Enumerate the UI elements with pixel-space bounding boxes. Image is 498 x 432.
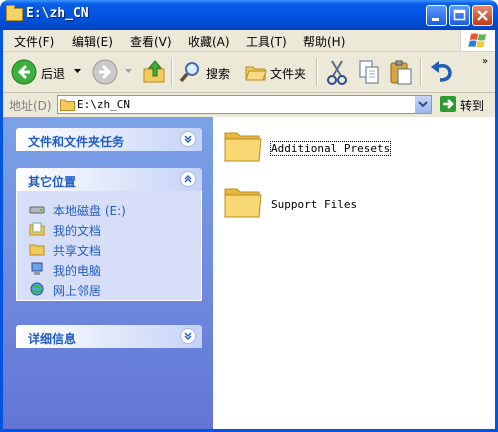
address-dropdown[interactable] (414, 96, 431, 113)
up-folder-button[interactable] (141, 58, 169, 86)
copy-icon (359, 60, 379, 84)
other-places-header[interactable]: 其它位置 (16, 168, 202, 191)
menu-file[interactable]: 文件(F) (14, 33, 54, 50)
maximize-icon (453, 9, 466, 21)
shared-documents-icon (29, 244, 45, 256)
folder-name: Additional Presets (269, 141, 392, 156)
place-network[interactable]: 网上邻居 (17, 279, 201, 299)
menu-favorites[interactable]: 收藏(A) (188, 33, 230, 50)
back-arrow-icon (11, 59, 37, 85)
other-places-list: 本地磁盘 (E:) 我的文档 共享文档 我的电脑 网上邻居 (16, 191, 202, 301)
expand-chevron-icon[interactable] (180, 131, 196, 147)
details-title: 详细信息 (28, 332, 77, 346)
paste-button[interactable] (388, 58, 414, 86)
file-view[interactable]: Additional Presets Support Files (213, 117, 495, 429)
task-pane: 文件和文件夹任务 其它位置 本地磁盘 (E:) 我的文档 共享文档 我的电脑 网… (3, 117, 213, 429)
menu-bar: 文件(F) 编辑(E) 查看(V) 收藏(A) 工具(T) 帮助(H) (0, 30, 498, 52)
toolbar-separator (316, 58, 318, 86)
file-folder-tasks-title: 文件和文件夹任务 (28, 135, 125, 149)
other-places-panel: 其它位置 本地磁盘 (E:) 我的文档 共享文档 我的电脑 网上邻居 (16, 168, 202, 301)
place-local-disk[interactable]: 本地磁盘 (E:) (17, 199, 201, 219)
place-label: 本地磁盘 (E:) (53, 204, 126, 218)
minimize-button[interactable] (426, 5, 447, 26)
paste-icon (390, 60, 412, 85)
place-shared-documents[interactable]: 共享文档 (17, 239, 201, 259)
details-header[interactable]: 详细信息 (16, 325, 202, 348)
disk-icon (29, 206, 45, 214)
toolbar-separator (171, 58, 173, 86)
menu-help[interactable]: 帮助(H) (303, 33, 345, 50)
menu-tools[interactable]: 工具(T) (246, 33, 287, 50)
place-my-documents[interactable]: 我的文档 (17, 219, 201, 239)
maximize-button[interactable] (449, 5, 470, 26)
folders-button[interactable]: 文件夹 (242, 58, 310, 86)
undo-button[interactable] (428, 58, 456, 86)
forward-arrow-icon (92, 59, 118, 85)
chevron-down-icon (125, 69, 132, 73)
my-computer-icon (31, 262, 43, 275)
go-label[interactable]: 转到 (460, 97, 484, 114)
search-button[interactable]: 搜索 (176, 58, 236, 86)
place-label: 我的电脑 (53, 264, 102, 278)
chevron-down-icon (74, 69, 81, 73)
expand-chevron-icon[interactable] (180, 328, 196, 344)
place-my-computer[interactable]: 我的电脑 (17, 259, 201, 279)
explorer-window: E:\zh_CN 文件(F) 编辑(E) 查看(V) 收藏(A) 工具(T) 帮… (0, 0, 498, 432)
collapse-chevron-icon[interactable] (180, 171, 196, 187)
minimize-icon (432, 18, 439, 21)
address-bar: 地址(D) E:\zh_CN 转到 (0, 93, 498, 117)
scissors-icon (327, 60, 347, 85)
place-label: 网上邻居 (53, 284, 102, 298)
go-arrow-icon (443, 99, 454, 109)
address-value: E:\zh_CN (77, 98, 130, 111)
folder-item[interactable]: Additional Presets (223, 127, 483, 175)
back-label: 后退 (41, 67, 66, 81)
back-button[interactable]: 后退 (8, 58, 88, 86)
file-folder-tasks-header[interactable]: 文件和文件夹任务 (16, 128, 202, 151)
chevron-down-icon (418, 101, 428, 108)
folder-icon (224, 132, 262, 162)
window-border-left (0, 30, 3, 432)
folders-label: 文件夹 (270, 67, 307, 81)
folder-item[interactable]: Support Files (223, 183, 483, 231)
folders-icon (245, 66, 267, 81)
search-label: 搜索 (206, 67, 231, 81)
menu-view[interactable]: 查看(V) (130, 33, 172, 50)
folder-icon (224, 188, 262, 218)
up-folder-icon (143, 60, 165, 83)
toolbar-separator (420, 58, 422, 86)
details-panel: 详细信息 (16, 325, 202, 348)
copy-button[interactable] (356, 58, 382, 86)
close-button[interactable] (472, 5, 493, 26)
search-icon (179, 62, 199, 83)
address-input[interactable]: E:\zh_CN (57, 95, 432, 114)
folder-name: Support Files (271, 198, 358, 211)
other-places-title: 其它位置 (28, 175, 77, 189)
folder-icon (6, 5, 23, 21)
undo-icon (431, 61, 452, 82)
forward-button[interactable] (91, 58, 133, 86)
windows-logo-icon (460, 30, 498, 51)
window-title: E:\zh_CN (26, 6, 89, 21)
my-documents-icon (29, 222, 45, 236)
toolbar-overflow-icon[interactable]: » (482, 56, 488, 67)
menu-edit[interactable]: 编辑(E) (72, 33, 113, 50)
place-label: 共享文档 (53, 244, 102, 258)
place-label: 我的文档 (53, 224, 102, 238)
folder-icon (60, 99, 75, 111)
toolbar: 后退 搜索 文件夹 » (0, 52, 498, 93)
cut-button[interactable] (324, 58, 350, 86)
close-icon (477, 10, 488, 21)
address-label: 地址(D) (9, 99, 52, 113)
file-folder-tasks-panel: 文件和文件夹任务 (16, 128, 202, 151)
title-bar[interactable]: E:\zh_CN (0, 0, 498, 30)
network-icon (30, 282, 44, 296)
go-button[interactable] (440, 96, 456, 112)
